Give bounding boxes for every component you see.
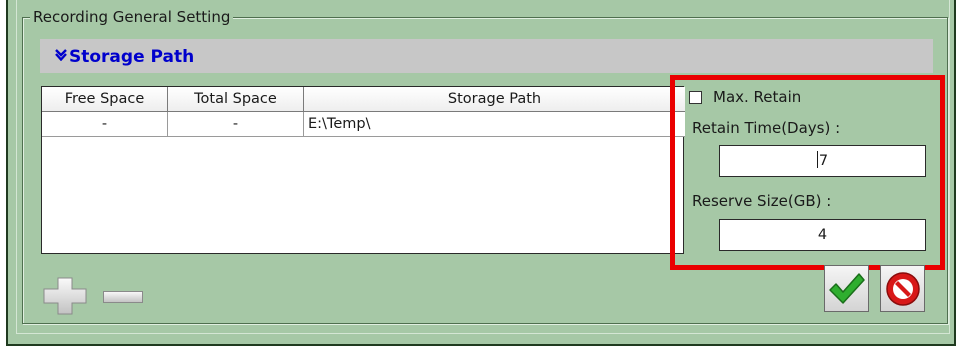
max-retain-checkbox[interactable] (689, 91, 702, 104)
ok-button[interactable] (824, 265, 869, 312)
cancel-button[interactable] (880, 265, 925, 312)
no-entry-icon (885, 271, 921, 311)
cell-free-space: - (42, 112, 168, 137)
section-title: Storage Path (69, 47, 195, 67)
column-header-total-space[interactable]: Total Space (168, 87, 304, 112)
checkmark-icon (828, 271, 865, 310)
column-header-free-space[interactable]: Free Space (42, 87, 168, 112)
retain-time-input[interactable]: 7 (719, 145, 926, 177)
double-chevron-down-icon (55, 49, 67, 64)
plus-icon[interactable] (43, 277, 87, 315)
column-header-storage-path[interactable]: Storage Path (304, 87, 685, 112)
retain-time-label: Retain Time(Days) : (692, 119, 841, 137)
retain-time-value: 7 (818, 153, 829, 169)
cell-storage-path: E:\Temp\ (304, 112, 685, 137)
text-caret (816, 151, 818, 168)
max-retain-label: Max. Retain (713, 88, 802, 106)
storage-path-table: Free Space Total Space Storage Path - - … (41, 86, 685, 254)
cell-total-space: - (168, 112, 304, 137)
minus-icon[interactable] (103, 288, 143, 303)
reserve-size-input[interactable]: 4 (719, 219, 926, 251)
groupbox-title: Recording General Setting (30, 7, 234, 27)
reserve-size-label: Reserve Size(GB) : (692, 192, 832, 210)
